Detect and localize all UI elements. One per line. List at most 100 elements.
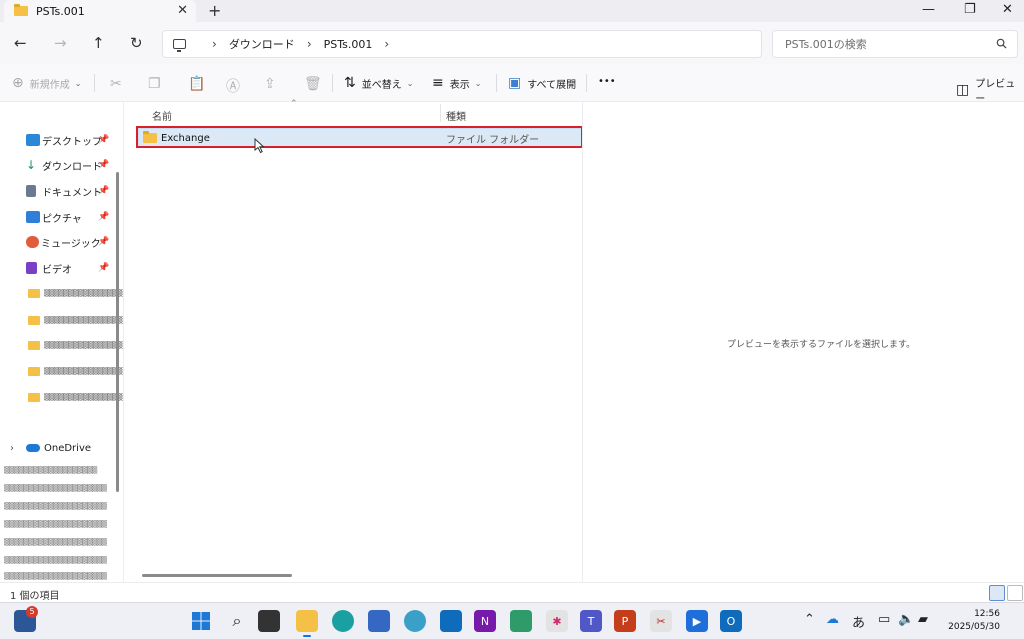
address-row: ← → ↑ ↻ › ダウンロード › PSTs.001 › PSTs.001の検…: [0, 22, 1024, 64]
tab-close-button[interactable]: ✕: [177, 3, 188, 18]
app-icon[interactable]: [404, 610, 426, 632]
preview-message: プレビューを表示するファイルを選択します。: [727, 340, 916, 350]
volume-icon[interactable]: 🔈: [898, 612, 914, 627]
search-input[interactable]: PSTs.001の検索: [772, 30, 1018, 58]
task-view-icon[interactable]: [258, 610, 280, 632]
document-icon: [26, 185, 36, 197]
media-player-icon[interactable]: ▶: [686, 610, 708, 632]
share-icon[interactable]: ⇪: [264, 76, 276, 92]
delete-icon[interactable]: 🗑: [304, 76, 322, 92]
outlook-new-icon[interactable]: [440, 610, 462, 632]
obscured-folder[interactable]: ▒▒▒▒▒▒▒▒▒▒▒▒▒▒▒▒: [28, 386, 123, 408]
start-button[interactable]: [190, 610, 212, 632]
windows-logo-icon: [192, 612, 210, 630]
sidebar-item-onedrive[interactable]: › OneDrive: [0, 437, 120, 459]
edge-icon[interactable]: [332, 610, 354, 632]
divider: [496, 74, 497, 92]
store-icon[interactable]: [368, 610, 390, 632]
forward-button[interactable]: →: [54, 34, 67, 52]
pin-icon[interactable]: 📌: [98, 160, 109, 170]
obscured-item[interactable]: ▒▒▒▒▒▒▒▒▒▒▒▒▒▒▒▒▒▒▒: [4, 466, 112, 474]
pin-icon[interactable]: 📌: [98, 135, 109, 145]
obscured-folder[interactable]: ▒▒▒▒▒▒▒▒▒▒▒▒▒▒▒▒: [28, 282, 123, 304]
new-button[interactable]: ⊕ 新規作成 ⌄: [12, 75, 81, 91]
obscured-item[interactable]: ▒▒▒▒▒▒▒▒▒▒▒▒▒▒▒▒▒▒▒▒▒: [4, 520, 112, 528]
sidebar-item-videos[interactable]: ビデオ 📌: [0, 257, 120, 279]
obscured-label: ▒▒▒▒▒▒▒▒▒▒▒▒▒▒▒▒: [44, 367, 123, 375]
tiles-view-icon[interactable]: [1007, 585, 1023, 601]
slack-icon[interactable]: ✱: [546, 610, 568, 632]
sort-icon: ⇅: [344, 75, 356, 91]
horizontal-scrollbar[interactable]: [142, 574, 292, 577]
m365-icon[interactable]: [510, 610, 532, 632]
pin-icon[interactable]: 📌: [98, 263, 109, 273]
sidebar-item-label: ダウンロード: [42, 161, 102, 173]
close-button[interactable]: ✕: [1002, 2, 1013, 17]
refresh-button[interactable]: ↻: [130, 34, 143, 52]
tab-pst[interactable]: PSTs.001 ✕: [4, 0, 196, 22]
breadcrumb-downloads[interactable]: ダウンロード: [229, 36, 295, 52]
breadcrumb-psts[interactable]: PSTs.001: [324, 38, 373, 51]
paste-icon[interactable]: 📋: [188, 76, 205, 92]
pin-icon[interactable]: 📌: [98, 186, 109, 196]
battery-icon[interactable]: ▰: [918, 612, 928, 627]
more-options-button[interactable]: •••: [598, 76, 616, 87]
powerpoint-icon[interactable]: P: [614, 610, 636, 632]
teams-icon[interactable]: T: [580, 610, 602, 632]
details-view-icon[interactable]: [989, 585, 1005, 601]
preview-toggle-button[interactable]: ◫ プレビュー: [956, 75, 1024, 105]
sort-button[interactable]: ⇅ 並べ替え ⌄: [344, 75, 413, 91]
onenote-icon[interactable]: N: [474, 610, 496, 632]
rename-icon[interactable]: Ⓐ: [226, 76, 240, 96]
pin-icon[interactable]: 📌: [98, 237, 109, 247]
cut-icon[interactable]: ✂: [110, 76, 122, 92]
expand-all-button[interactable]: ▣ すべて展開: [508, 75, 576, 91]
obscured-folder[interactable]: ▒▒▒▒▒▒▒▒▒▒▒▒▒▒▒▒: [28, 334, 123, 356]
pin-icon[interactable]: 📌: [98, 212, 109, 222]
file-explorer-icon[interactable]: [296, 610, 318, 637]
search-icon[interactable]: ⌕: [226, 610, 248, 632]
sidebar-item-downloads[interactable]: ↓ ダウンロード 📌: [0, 154, 120, 176]
onedrive-tray-icon[interactable]: ☁: [826, 612, 839, 627]
obscured-item[interactable]: ▒▒▒▒▒▒▒▒▒▒▒▒▒▒▒▒▒▒▒▒▒: [4, 502, 112, 510]
minimize-button[interactable]: —: [922, 2, 935, 17]
system-clock[interactable]: 12:56 2025/05/30: [940, 608, 1000, 634]
file-list: ⌃ 名前 種類 Exchange ファイル フォルダー: [126, 99, 582, 582]
outlook-icon[interactable]: O: [720, 610, 742, 632]
obscured-item[interactable]: ▒▒▒▒▒▒▒▒▒▒▒▒▒▒▒▒▒▒▒▒▒: [4, 484, 112, 492]
obscured-item[interactable]: ▒▒▒▒▒▒▒▒▒▒▒▒▒▒▒▒▒▒▒▒▒: [4, 572, 112, 580]
sort-label: 並べ替え: [361, 79, 402, 91]
sidebar-item-desktop[interactable]: デスクトップ 📌: [0, 129, 120, 151]
chevron-right-icon: ›: [306, 37, 312, 51]
command-bar: ⊕ 新規作成 ⌄ ✂ ❐ 📋 Ⓐ ⇪ 🗑 ⇅ 並べ替え ⌄ ≡ 表示 ⌄ ▣ す…: [0, 64, 1024, 105]
chevron-right-icon[interactable]: ›: [10, 443, 14, 454]
obscured-folder[interactable]: ▒▒▒▒▒▒▒▒▒▒▒▒▒▒▒▒: [28, 309, 123, 331]
sidebar-item-documents[interactable]: ドキュメント 📌: [0, 180, 120, 202]
copy-icon[interactable]: ❐: [148, 76, 161, 92]
column-header-type[interactable]: 種類: [446, 108, 466, 123]
pictures-icon: [26, 211, 40, 223]
sidebar-item-pictures[interactable]: ピクチャ 📌: [0, 206, 120, 228]
obscured-item[interactable]: ▒▒▒▒▒▒▒▒▒▒▒▒▒▒▒▒▒▒▒▒▒: [4, 538, 112, 546]
sidebar-scrollbar[interactable]: [116, 172, 119, 492]
chevron-right-icon[interactable]: ›: [384, 37, 389, 51]
ime-indicator[interactable]: あ: [852, 612, 865, 631]
obscured-folder[interactable]: ▒▒▒▒▒▒▒▒▒▒▒▒▒▒▒▒: [28, 360, 123, 382]
up-button[interactable]: ↑: [92, 34, 105, 52]
maximize-button[interactable]: ❐: [964, 2, 976, 17]
network-icon[interactable]: ▭: [878, 612, 890, 627]
new-tab-button[interactable]: +: [208, 1, 221, 20]
view-button[interactable]: ≡ 表示 ⌄: [432, 75, 481, 91]
sidebar-item-label: ミュージック: [41, 238, 101, 250]
sidebar-item-music[interactable]: ミュージック 📌: [0, 231, 120, 253]
sidebar-item-label: ピクチャ: [42, 213, 82, 225]
address-bar[interactable]: › ダウンロード › PSTs.001 ›: [162, 30, 762, 58]
snipping-tool-icon[interactable]: ✂: [650, 610, 672, 632]
column-divider[interactable]: [440, 104, 441, 122]
chevron-down-icon: ⌄: [406, 78, 414, 88]
back-button[interactable]: ←: [14, 34, 27, 52]
obscured-item[interactable]: ▒▒▒▒▒▒▒▒▒▒▒▒▒▒▒▒▒▒▒▒▒: [4, 556, 112, 564]
folder-icon: [28, 340, 40, 350]
column-header-name[interactable]: 名前: [152, 108, 172, 123]
chevron-up-icon[interactable]: ⌃: [804, 612, 815, 627]
